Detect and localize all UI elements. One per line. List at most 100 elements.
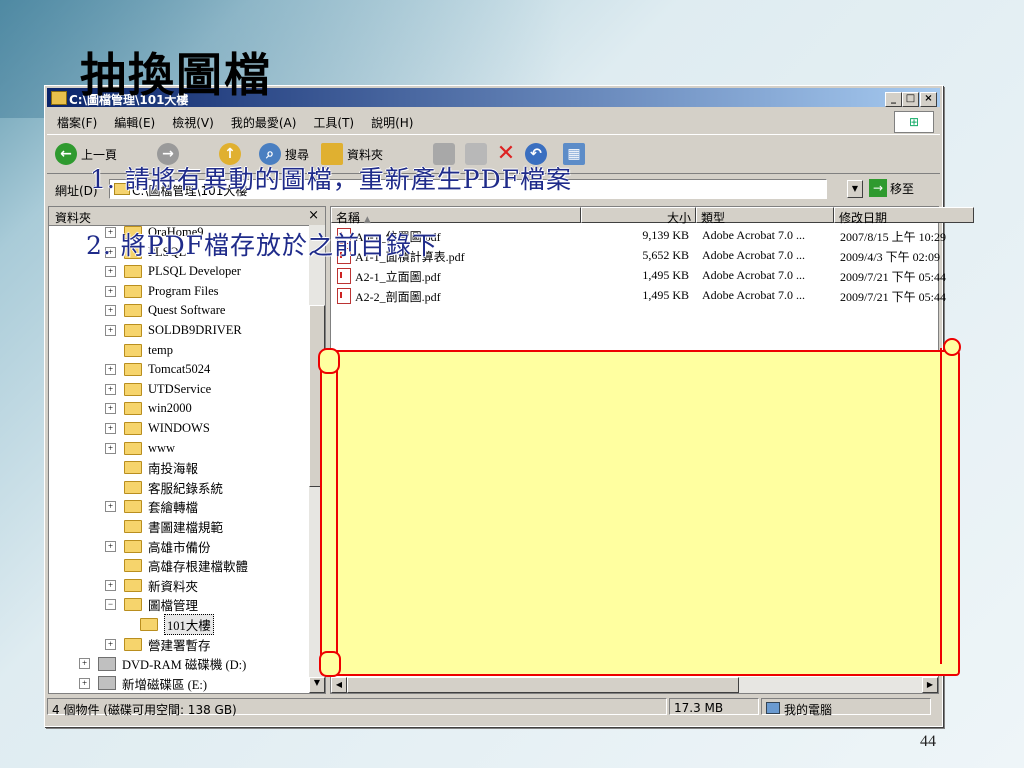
- file-row[interactable]: A2-1_立面圖.pdf 1,495 KB Adobe Acrobat 7.0 ..…: [331, 265, 946, 285]
- tree-item[interactable]: 客服紀錄系統: [105, 478, 223, 497]
- tree-expander[interactable]: +: [79, 658, 90, 670]
- tree-item[interactable]: + WINDOWS: [105, 419, 210, 438]
- pdf-file-icon: [337, 288, 351, 304]
- tree-item-label: Tomcat5024: [148, 362, 211, 377]
- scroll-edge-left: [336, 362, 342, 656]
- tree-expander[interactable]: +: [105, 579, 116, 591]
- column-size[interactable]: 大小: [581, 207, 696, 225]
- tree-item[interactable]: + Tomcat5024: [105, 360, 210, 379]
- tree-expander[interactable]: −: [105, 599, 116, 611]
- column-name[interactable]: 名稱 ▲: [331, 207, 581, 225]
- tree-item[interactable]: + SOLDB9DRIVER: [105, 321, 242, 340]
- tree-expander[interactable]: +: [105, 305, 116, 317]
- folder-icon: [140, 618, 158, 631]
- menu-bar: 檔案(F) 編輯(E) 檢視(V) 我的最愛(A) 工具(T) 說明(H) ⊞: [47, 110, 940, 133]
- folder-icon: [124, 520, 142, 533]
- step-2-text: 2. 將PDF檔存放於之前目錄下: [86, 231, 439, 260]
- tree-item[interactable]: + www: [105, 439, 175, 458]
- column-type[interactable]: 類型: [696, 207, 834, 225]
- tree-expander[interactable]: +: [105, 364, 116, 376]
- go-button[interactable]: → 移至: [869, 179, 914, 197]
- folder-icon: [124, 578, 142, 592]
- tree-expander[interactable]: +: [105, 285, 116, 297]
- file-row[interactable]: A2-2_剖面圖.pdf 1,495 KB Adobe Acrobat 7.0 ..…: [331, 285, 946, 305]
- file-type: Adobe Acrobat 7.0 ...: [702, 228, 805, 242]
- address-dropdown-button[interactable]: ▼: [847, 180, 863, 198]
- tree-expander[interactable]: +: [105, 501, 116, 513]
- menu-view[interactable]: 檢視(V): [162, 110, 221, 131]
- tree-expander[interactable]: +: [105, 266, 116, 278]
- folder-tree: + OraHome9 + PLSQL + PLSQL Developer + Program …: [49, 225, 309, 693]
- menu-help[interactable]: 說明(H): [361, 110, 420, 131]
- file-modified: 2009/4/3 下午 02:09: [840, 250, 941, 264]
- tree-item[interactable]: + DVD-RAM 磁碟機 (D:): [79, 654, 246, 673]
- file-size: 5,652 KB: [642, 248, 689, 262]
- scroll-left-button[interactable]: ◀: [331, 677, 347, 693]
- column-modified[interactable]: 修改日期: [834, 207, 974, 225]
- file-list-horizontal-scrollbar[interactable]: ◀ ▶: [331, 677, 938, 693]
- folder-icon: [124, 382, 142, 396]
- tree-expander[interactable]: +: [105, 383, 116, 395]
- sort-ascending-icon: ▲: [363, 215, 371, 225]
- tree-item[interactable]: + UTDService: [105, 380, 211, 399]
- folder-pane-close-button[interactable]: ×: [308, 208, 319, 223]
- status-bar: 4 個物件 (磁碟可用空間: 138 GB) 17.3 MB 我的電腦: [47, 696, 940, 718]
- scroll-down-button[interactable]: ▼: [309, 677, 325, 693]
- tree-item[interactable]: + 高雄市備份: [105, 537, 211, 556]
- tree-item-label: 套繪轉檔: [148, 501, 199, 516]
- menu-edit[interactable]: 編輯(E): [104, 110, 162, 131]
- status-size: 17.3 MB: [669, 698, 759, 715]
- tree-item-label: 營建署暫存: [148, 638, 211, 653]
- tree-item[interactable]: + Quest Software: [105, 301, 225, 320]
- tree-item[interactable]: + 新資料夾: [105, 576, 198, 595]
- go-label: 移至: [890, 181, 915, 196]
- tree-item[interactable]: 書圖建檔規範: [105, 517, 223, 536]
- tree-expander[interactable]: +: [105, 403, 116, 415]
- tree-expander[interactable]: +: [105, 423, 116, 434]
- maximize-button[interactable]: □: [902, 92, 919, 107]
- file-type: Adobe Acrobat 7.0 ...: [702, 288, 805, 302]
- file-size: 9,139 KB: [642, 228, 689, 242]
- tree-expander[interactable]: +: [105, 638, 116, 650]
- file-name: A2-1_立面圖.pdf: [355, 270, 441, 284]
- tree-item[interactable]: + Program Files: [105, 282, 218, 301]
- tree-item-label: 新增磁碟區 (E:): [122, 677, 208, 692]
- folder-icon: [124, 343, 142, 357]
- pdf-file-icon: [337, 268, 351, 284]
- scrollbar-thumb[interactable]: [347, 677, 739, 693]
- folder-icon: [124, 461, 142, 475]
- computer-icon: [766, 702, 780, 714]
- windows-logo-icon: ⊞: [894, 111, 934, 133]
- close-button[interactable]: ×: [920, 92, 937, 107]
- menu-favorites[interactable]: 我的最愛(A): [221, 110, 304, 131]
- drive-icon: [98, 676, 116, 691]
- tree-item[interactable]: + PLSQL Developer: [105, 262, 241, 281]
- tree-item[interactable]: + 套繪轉檔: [105, 497, 198, 516]
- minimize-button[interactable]: _: [885, 92, 902, 107]
- tree-item[interactable]: 101大樓: [121, 614, 214, 635]
- folder-icon: [124, 480, 142, 494]
- tree-item[interactable]: − 圖檔管理: [105, 595, 198, 614]
- tree-item[interactable]: temp: [105, 341, 173, 360]
- tree-expander[interactable]: +: [105, 442, 116, 454]
- menu-file[interactable]: 檔案(F): [47, 110, 104, 131]
- folder-icon: [124, 363, 142, 377]
- tree-item[interactable]: + 營建署暫存: [105, 635, 211, 654]
- folder-icon: [124, 265, 142, 279]
- tree-expander[interactable]: +: [105, 540, 116, 552]
- tree-expander[interactable]: +: [79, 677, 90, 689]
- tree-item-label: Quest Software: [148, 303, 226, 318]
- tree-item[interactable]: 南投海報: [105, 458, 198, 477]
- tree-item[interactable]: + win2000: [105, 399, 192, 418]
- scroll-curl-bottom-left: [319, 651, 341, 677]
- folder-pane-header: 資料夾 ×: [49, 207, 325, 226]
- scroll-right-button[interactable]: ▶: [922, 677, 938, 693]
- tree-item[interactable]: 高雄存根建檔軟體: [105, 556, 248, 575]
- folder-icon: [124, 441, 142, 455]
- tree-item[interactable]: + 新增磁碟區 (E:): [79, 674, 207, 693]
- menu-tools[interactable]: 工具(T): [303, 110, 361, 131]
- tree-item-label: PLSQL Developer: [148, 264, 241, 279]
- file-size: 1,495 KB: [642, 288, 689, 302]
- tree-expander[interactable]: +: [105, 325, 116, 336]
- folder-icon: [124, 324, 142, 337]
